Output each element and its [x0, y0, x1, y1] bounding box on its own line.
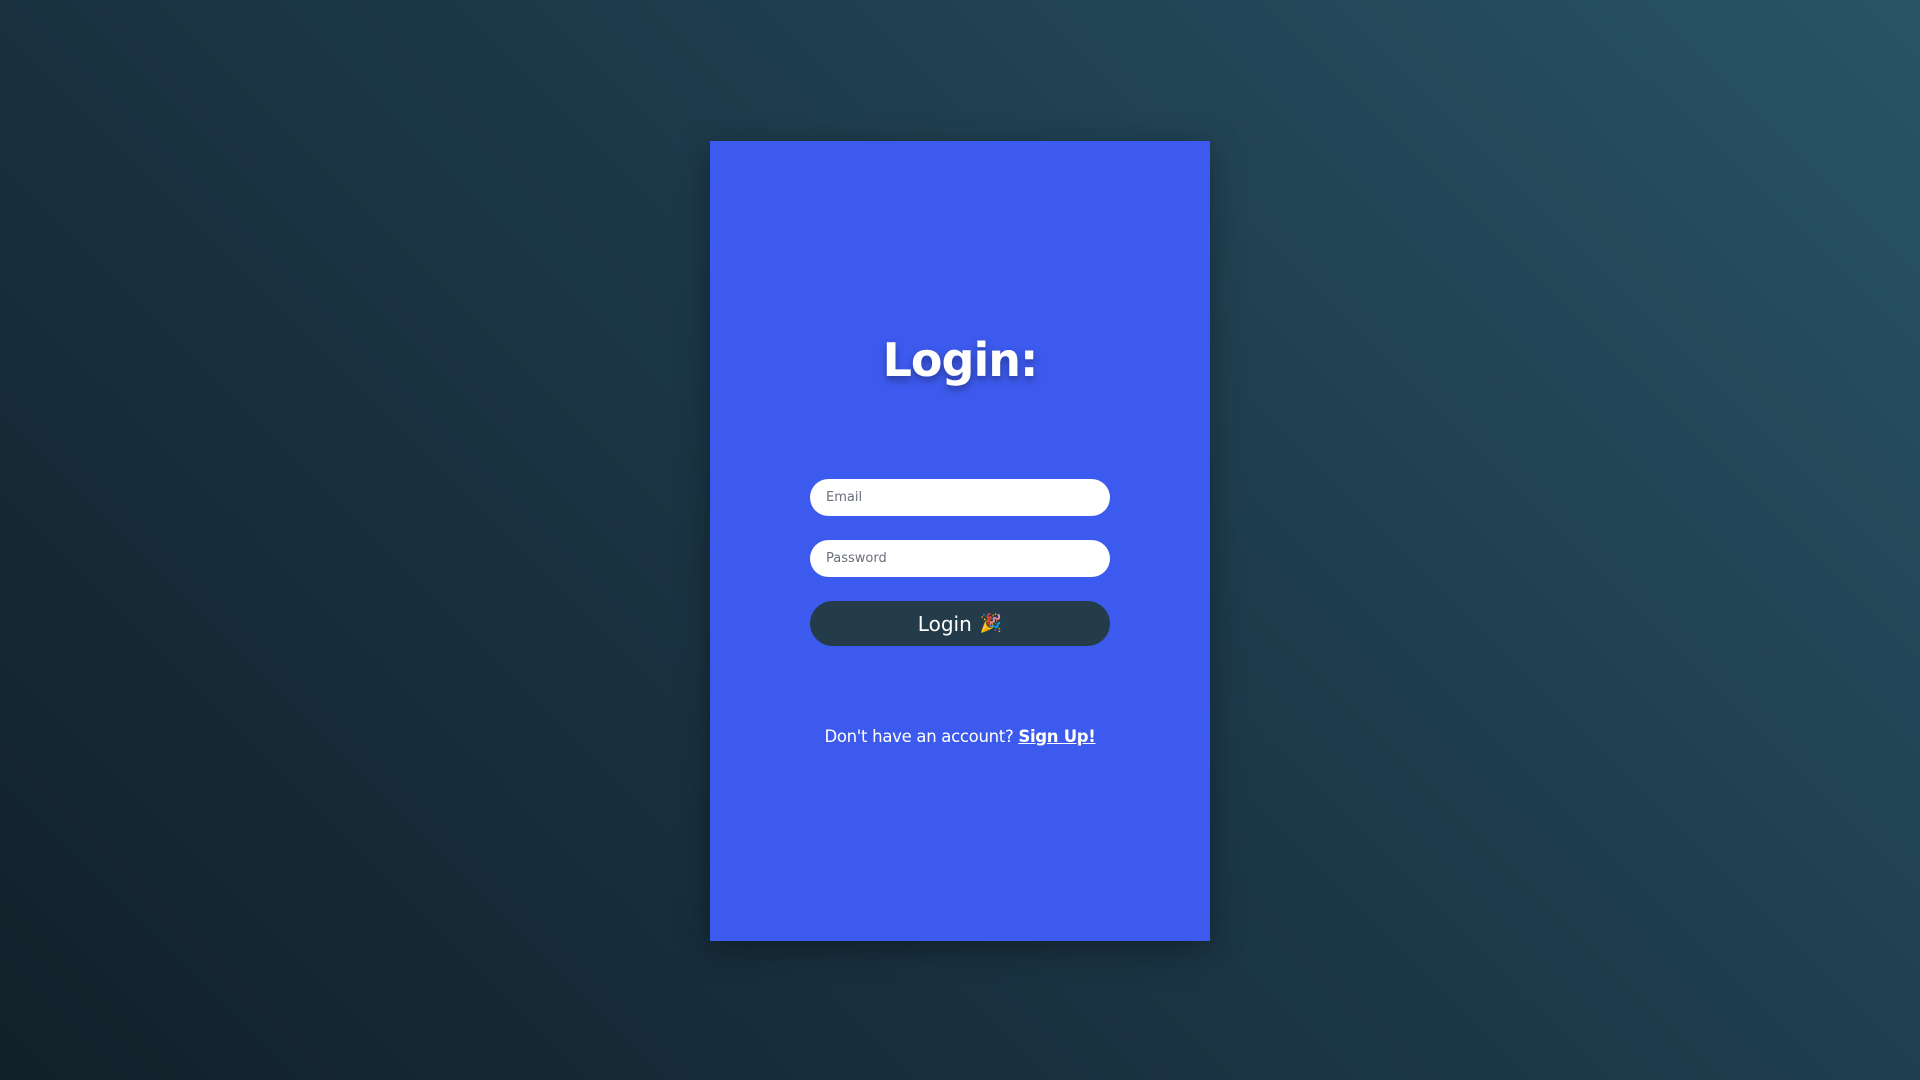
email-input[interactable]: [810, 479, 1110, 516]
page-title: Login:: [882, 333, 1039, 387]
signup-prompt: Don't have an account? Sign Up!: [710, 727, 1210, 746]
signup-link[interactable]: Sign Up!: [1018, 727, 1095, 746]
password-input[interactable]: [810, 540, 1110, 577]
party-popper-icon: 🎉: [979, 612, 1003, 634]
login-card: Login: Login 🎉 Don't have an account? Si…: [710, 141, 1210, 941]
signup-prompt-text: Don't have an account?: [824, 727, 1014, 746]
login-button[interactable]: Login 🎉: [810, 601, 1110, 646]
login-button-label: Login: [917, 611, 972, 636]
